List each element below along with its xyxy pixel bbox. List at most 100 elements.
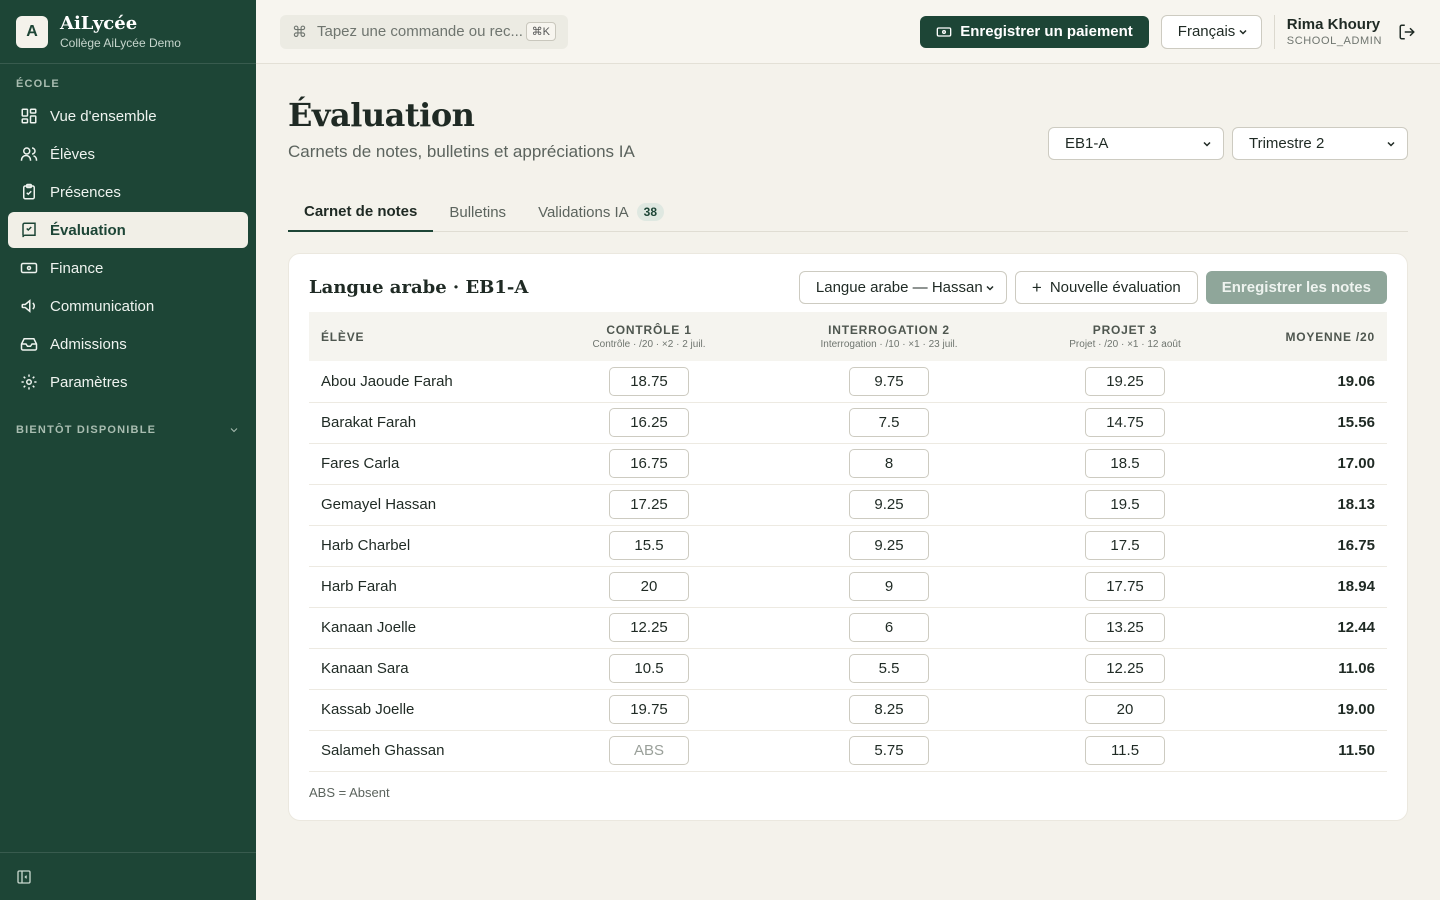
grade-cell: 17.75 [1009,566,1241,607]
command-icon: ⌘ [292,23,307,41]
table-row: Kanaan Sara 10.5 5.5 12.25 11.06 [309,648,1387,689]
grade-input[interactable]: 9.25 [849,490,929,519]
sidebar-item-overview[interactable]: Vue d'ensemble [8,98,248,134]
student-name: Kanaan Sara [321,660,409,677]
student-average: 18.13 [1337,496,1375,513]
grade-input[interactable]: 19.5 [1085,490,1165,519]
class-select[interactable]: EB1-A [1048,127,1224,160]
sidebar-item-label: Finance [50,259,104,277]
grade-input[interactable]: 18.75 [609,366,689,396]
grade-input[interactable]: 5.5 [849,654,929,683]
grade-input[interactable]: 15.5 [609,531,689,560]
grade-input[interactable]: 8 [849,449,929,478]
grade-input[interactable]: 19.25 [1085,366,1165,396]
grade-input[interactable]: 11.5 [1085,736,1165,765]
tab-ai-validations[interactable]: Validations IA 38 [522,192,680,232]
assessment-meta: Projet · /20 · ×1 · 12 août [1069,339,1181,350]
col-assessment-3[interactable]: Projet 3 Projet · /20 · ×1 · 12 août [1009,312,1241,361]
student-average: 11.50 [1338,742,1375,759]
sidebar: A AiLycée Collège AiLycée Demo ÉCOLE Vue… [0,0,256,900]
grade-cell: 18.5 [1009,443,1241,484]
sidebar-item-admissions[interactable]: Admissions [8,326,248,362]
tab-gradebook[interactable]: Carnet de notes [288,192,434,232]
tab-label: Validations IA [538,203,629,221]
grade-cell: 6 [769,607,1009,648]
brand-logo: A [16,15,48,48]
sidebar-item-evaluation[interactable]: Évaluation [8,212,248,248]
grade-input[interactable]: 16.25 [609,408,689,437]
grade-input[interactable]: 7.5 [849,408,929,437]
student-name: Abou Jaoude Farah [321,372,453,390]
language-select[interactable]: Français [1160,14,1262,49]
sidebar-item-communication[interactable]: Communication [8,288,248,324]
record-payment-label: Enregistrer un paiement [960,23,1133,40]
logout-icon[interactable] [1398,23,1416,41]
grade-input[interactable]: 18.5 [1085,449,1165,478]
grade-input[interactable]: 20 [1085,695,1165,724]
student-average: 15.56 [1337,414,1375,431]
grade-input[interactable]: 10.5 [609,654,689,683]
grade-cell: 10.5 [529,648,769,689]
student-average: 18.94 [1337,578,1375,595]
new-assessment-button[interactable]: + Nouvelle évaluation [1014,271,1198,304]
col-assessment-2[interactable]: Interrogation 2 Interrogation · /10 · ×1… [769,312,1009,361]
sidebar-item-label: Présences [50,183,121,201]
sidebar-collapse-icon[interactable] [16,869,32,885]
table-row: Fares Carla 16.75 8 18.5 17.00 [309,443,1387,484]
command-search[interactable]: ⌘ Tapez une commande ou rec... ⌘K [280,14,568,49]
grade-cell: ABS [529,730,769,771]
main-content: Évaluation Carnets de notes, bulletins e… [288,64,1408,821]
sidebar-item-settings[interactable]: Paramètres [8,364,248,400]
student-name: Fares Carla [321,455,400,472]
grade-input[interactable]: 20 [609,572,689,601]
chevron-down-icon [986,285,994,291]
sidebar-item-label: Élèves [50,145,96,163]
grade-input[interactable]: 12.25 [609,613,689,642]
grade-input[interactable]: 19.75 [609,695,689,724]
grade-cell: 9 [769,566,1009,607]
grade-input[interactable]: 6 [849,613,929,642]
grade-cell: 11.5 [1009,730,1241,771]
command-placeholder: Tapez une commande ou rec... [317,23,523,40]
grade-input[interactable]: ABS [609,736,689,765]
grade-input[interactable]: 9.75 [849,366,929,396]
student-average: 16.75 [1337,537,1375,554]
grade-input[interactable]: 9 [849,572,929,601]
grade-input[interactable]: 5.75 [849,736,929,765]
sidebar-footer [0,852,256,900]
sidebar-item-attendance[interactable]: Présences [8,174,248,210]
save-grades-button[interactable]: Enregistrer les notes [1205,271,1387,304]
brand-name: AiLycée [60,12,138,34]
sidebar-item-students[interactable]: Élèves [8,136,248,172]
grade-input[interactable]: 17.75 [1085,572,1165,601]
coming-soon-toggle[interactable]: BIENTÔT DISPONIBLE [0,424,256,436]
student-name: Harb Farah [321,578,397,595]
grade-input[interactable]: 16.75 [609,449,689,478]
grade-cell: 16.75 [529,443,769,484]
col-assessment-1[interactable]: Contrôle 1 Contrôle · /20 · ×2 · 2 juil. [529,312,769,361]
grade-input[interactable]: 14.75 [1085,408,1165,437]
table-row: Salameh Ghassan ABS 5.75 11.5 11.50 [309,730,1387,771]
student-average: 11.06 [1338,660,1375,677]
grade-input[interactable]: 13.25 [1085,613,1165,642]
sidebar-item-label: Vue d'ensemble [50,107,157,125]
record-payment-button[interactable]: Enregistrer un paiement [920,15,1149,48]
grade-input[interactable]: 12.25 [1085,654,1165,683]
grade-input[interactable]: 17.5 [1085,531,1165,560]
tab-report-cards[interactable]: Bulletins [433,192,522,232]
coming-soon-label: BIENTÔT DISPONIBLE [16,424,157,436]
grade-input[interactable]: 8.25 [849,695,929,724]
grade-cell: 8.25 [769,689,1009,730]
tabs: Carnet de notes Bulletins Validations IA… [288,192,1408,232]
sidebar-item-finance[interactable]: Finance [8,250,248,286]
student-name: Gemayel Hassan [321,496,437,513]
term-select[interactable]: Trimestre 2 [1232,127,1408,160]
subject-select[interactable]: Langue arabe — Hassan [798,271,1007,304]
student-name: Barakat Farah [321,414,417,431]
school-name: Collège AiLycée Demo [60,35,181,50]
student-name: Salameh Ghassan [321,742,445,759]
grade-input[interactable]: 17.25 [609,490,689,519]
new-assessment-label: Nouvelle évaluation [1049,279,1181,296]
grade-cell: 19.5 [1009,484,1241,525]
grade-input[interactable]: 9.25 [849,531,929,560]
